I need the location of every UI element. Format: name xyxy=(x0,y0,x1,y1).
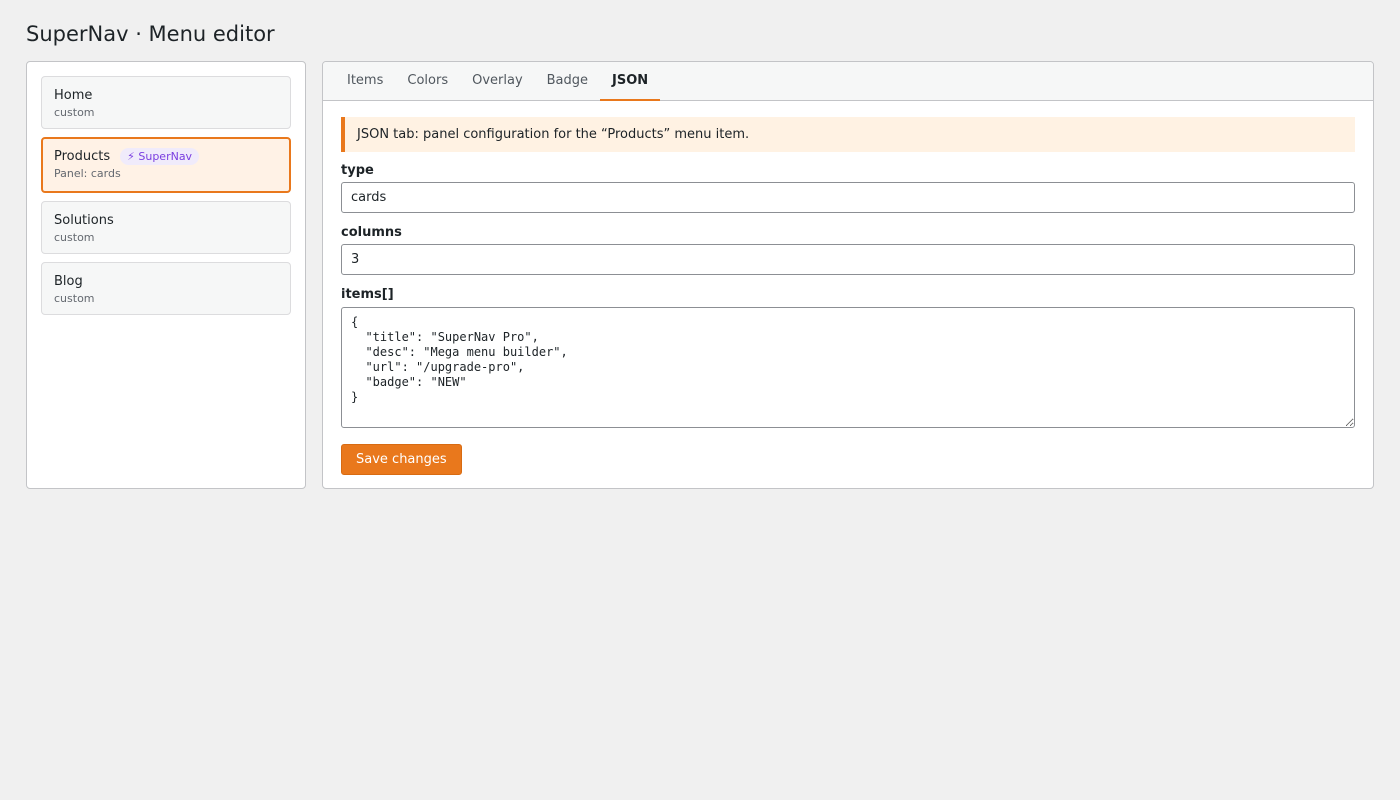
menu-items-sidebar: Home custom Products ⚡ SuperNav Panel: c… xyxy=(26,61,306,489)
tab-json[interactable]: JSON xyxy=(600,62,661,101)
menu-item-products[interactable]: Products ⚡ SuperNav Panel: cards xyxy=(41,137,291,193)
menu-item-label: Blog xyxy=(54,274,83,289)
tab-bar: Items Colors Overlay Badge JSON xyxy=(323,62,1373,101)
columns-input[interactable] xyxy=(341,244,1355,275)
save-button[interactable]: Save changes xyxy=(341,444,462,475)
columns-label: columns xyxy=(341,225,402,240)
tab-badge[interactable]: Badge xyxy=(535,62,600,100)
menu-item-solutions[interactable]: Solutions custom xyxy=(41,201,291,254)
menu-item-type: custom xyxy=(54,106,95,119)
menu-item-home[interactable]: Home custom xyxy=(41,76,291,129)
type-input[interactable] xyxy=(341,182,1355,213)
tab-overlay[interactable]: Overlay xyxy=(460,62,535,100)
menu-item-type: Panel: cards xyxy=(54,167,121,180)
menu-item-type: custom xyxy=(54,231,95,244)
menu-item-label: Home xyxy=(54,88,93,103)
tab-colors[interactable]: Colors xyxy=(395,62,460,100)
tab-items[interactable]: Items xyxy=(335,62,395,100)
menu-item-type: custom xyxy=(54,292,95,305)
info-notice: JSON tab: panel configuration for the “P… xyxy=(341,117,1355,152)
menu-item-label: Solutions xyxy=(54,213,114,228)
page-title: SuperNav · Menu editor xyxy=(26,22,275,46)
items-json-textarea[interactable]: { "title": "SuperNav Pro", "desc": "Mega… xyxy=(341,307,1355,428)
menu-item-blog[interactable]: Blog custom xyxy=(41,262,291,315)
supernav-badge: ⚡ SuperNav xyxy=(120,148,200,165)
type-label: type xyxy=(341,163,374,178)
items-label: items[] xyxy=(341,287,394,302)
editor-panel: Items Colors Overlay Badge JSON JSON tab… xyxy=(322,61,1374,489)
menu-item-label: Products xyxy=(54,149,111,164)
